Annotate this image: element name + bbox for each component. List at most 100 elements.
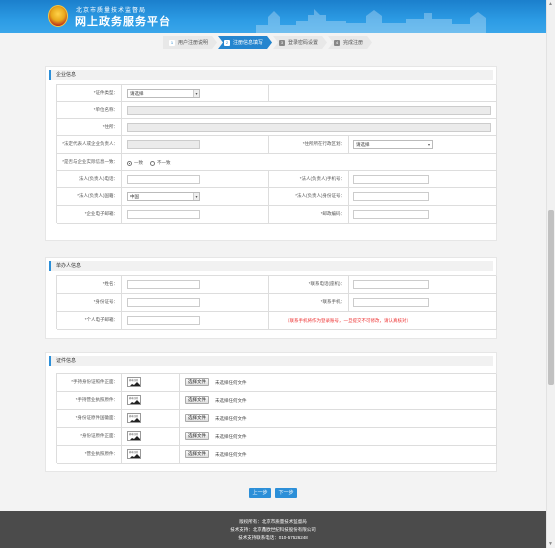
cert-label: *营业执照原件： xyxy=(57,446,122,463)
agent-id-input[interactable] xyxy=(127,298,200,307)
thumbnail-caption: 样本示例 xyxy=(129,414,139,418)
scroll-down-icon[interactable]: ▼ xyxy=(548,541,553,547)
email-label: *企业电子邮箱： xyxy=(57,206,122,223)
thumbnail-caption: 样本示例 xyxy=(129,450,139,454)
nationality-select[interactable]: 中国 ▾ xyxy=(127,192,200,201)
nationality-label: *法人(负责人)国籍： xyxy=(57,188,122,205)
step-number: 3 xyxy=(280,39,284,45)
mobile-label: *法人(负责人)手机号： xyxy=(269,171,349,187)
header-banner: 北京市质量技术监督局 网上政务服务平台 xyxy=(0,0,546,33)
legal-id-input[interactable] xyxy=(353,192,429,201)
cert-row: *营业执照原件： 样本示例 选择文件 未选择任何文件 xyxy=(57,446,497,464)
sample-thumbnail: 样本示例 xyxy=(127,395,141,405)
agent-name-label: *姓名： xyxy=(57,276,122,293)
certificate-form: *手持身份证照件正面： 样本示例 选择文件 未选择任何文件 *手持营业执照原件： 样本示例… xyxy=(56,373,497,464)
choose-file-button[interactable]: 选择文件 xyxy=(185,396,209,404)
cert-label: *手持营业执照原件： xyxy=(57,392,122,409)
scrollbar-thumb[interactable] xyxy=(548,210,554,385)
mobile-account-note: （联系手机将作为登录账号，一旦提交不可修改，请认真核对） xyxy=(285,318,411,323)
footer-contact-phone: 技术支持联系电话：010-57526248 xyxy=(238,535,308,540)
step-4: 4 完成注册 xyxy=(328,36,372,49)
certificate-panel-title: 证件信息 xyxy=(49,356,493,366)
agent-email-label: *个人电子邮箱： xyxy=(57,312,122,329)
skyline-decoration xyxy=(256,9,486,33)
no-file-text: 未选择任何文件 xyxy=(215,398,247,403)
platform-title: 网上政务服务平台 xyxy=(75,16,171,28)
cert-type-label: *证件类型： xyxy=(57,85,122,101)
footer: 版权所有：北京市质量技术监督局 技术支持：北京鑫欧世纪科技股份有限公司 技术支持… xyxy=(0,511,546,548)
agent-panel: 单办人信息 *姓名： *联系电话(座机)： *身份证号： *联系手机： *个人电… xyxy=(45,257,497,339)
step-2: 2 注册信息填写 xyxy=(218,36,272,49)
next-button[interactable]: 下一步 xyxy=(275,488,297,498)
no-file-text: 未选择任何文件 xyxy=(215,452,247,457)
same-as-actual-label: *是否与企业实际信息一致： xyxy=(57,154,122,170)
agent-email-input[interactable] xyxy=(127,316,200,325)
enterprise-panel-title: 企业信息 xyxy=(49,70,493,80)
thumbnail-caption: 样本示例 xyxy=(129,378,139,382)
radio-unchecked-icon xyxy=(150,160,155,166)
step-number: 1 xyxy=(170,39,174,45)
unit-name-input[interactable] xyxy=(127,106,491,115)
unit-name-label: *单位名称： xyxy=(57,102,122,118)
step-label: 用户注册说明 xyxy=(178,40,209,46)
sample-thumbnail: 样本示例 xyxy=(127,431,141,441)
no-file-text: 未选择任何文件 xyxy=(215,434,247,439)
cert-row: *身份证原件正面： 样本示例 选择文件 未选择任何文件 xyxy=(57,428,497,446)
cert-type-select[interactable]: 请选择 ▾ xyxy=(127,89,200,98)
district-select[interactable]: 请选择 ▾ xyxy=(353,140,433,149)
step-label: 注册信息填写 xyxy=(233,40,264,46)
phone-label: 法人(负责人)电话： xyxy=(57,171,122,187)
chevron-down-icon: ▾ xyxy=(193,193,199,200)
sample-thumbnail: 样本示例 xyxy=(127,413,141,423)
prev-button[interactable]: 上一步 xyxy=(249,488,271,498)
choose-file-button[interactable]: 选择文件 xyxy=(185,432,209,440)
radio-inconsistent[interactable]: 不一致 xyxy=(150,160,171,166)
choose-file-button[interactable]: 选择文件 xyxy=(185,378,209,386)
phone-input[interactable] xyxy=(127,175,200,184)
agent-name-input[interactable] xyxy=(127,280,200,289)
district-label: *住所所在行政区划： xyxy=(269,136,349,153)
cert-label: *身份证原件国徽面： xyxy=(57,410,122,427)
footer-copyright: 版权所有：北京市质量技术监督局 xyxy=(239,519,307,524)
legal-rep-label: *法定代表人或企业负责人： xyxy=(57,136,122,153)
postcode-input[interactable] xyxy=(353,210,429,219)
page-scrollbar[interactable]: ▲ ▼ xyxy=(546,0,555,548)
agent-mobile-label: *联系手机： xyxy=(269,294,349,311)
agent-mobile-input[interactable] xyxy=(353,298,429,307)
radio-consistent[interactable]: 一致 xyxy=(127,160,143,166)
address-label: *住所： xyxy=(57,119,122,135)
footer-tech-support: 技术支持：北京鑫欧世纪科技股份有限公司 xyxy=(230,527,316,532)
legal-rep-input[interactable] xyxy=(127,140,200,149)
agent-form: *姓名： *联系电话(座机)： *身份证号： *联系手机： *个人电子邮箱： （… xyxy=(56,275,497,330)
no-file-text: 未选择任何文件 xyxy=(215,416,247,421)
cert-row: *手持身份证照件正面： 样本示例 选择文件 未选择任何文件 xyxy=(57,374,497,392)
email-input[interactable] xyxy=(127,210,200,219)
step-label: 登录密码设置 xyxy=(288,40,319,46)
chevron-down-icon: ▾ xyxy=(426,141,432,148)
enterprise-form: *证件类型： 请选择 ▾ *单位名称： *住所： *法定代表人或企业负责人： *… xyxy=(56,84,497,224)
thumbnail-caption: 样本示例 xyxy=(129,396,139,400)
no-file-text: 未选择任何文件 xyxy=(215,380,247,385)
step-1: 1 用户注册说明 xyxy=(163,36,217,49)
landline-label: *联系电话(座机)： xyxy=(269,276,349,293)
step-number: 4 xyxy=(335,39,339,45)
postcode-label: *邮政编码： xyxy=(269,206,349,223)
sample-thumbnail: 样本示例 xyxy=(127,377,141,387)
choose-file-button[interactable]: 选择文件 xyxy=(185,450,209,458)
certificate-panel: 证件信息 *手持身份证照件正面： 样本示例 选择文件 未选择任何文件 *手持营业执照原件… xyxy=(45,352,497,472)
cert-label: *身份证原件正面： xyxy=(57,428,122,445)
page: 北京市质量技术监督局 网上政务服务平台 ▲ ▼ 1 用户注册说明 2 注册信息填写 … xyxy=(0,0,555,548)
choose-file-button[interactable]: 选择文件 xyxy=(185,414,209,422)
address-input[interactable] xyxy=(127,123,491,132)
thumbnail-caption: 样本示例 xyxy=(129,432,139,436)
cert-row: *手持营业执照原件： 样本示例 选择文件 未选择任何文件 xyxy=(57,392,497,410)
agent-id-label: *身份证号： xyxy=(57,294,122,311)
legal-mobile-input[interactable] xyxy=(353,175,429,184)
step-number: 2 xyxy=(225,39,229,45)
agent-panel-title: 单办人信息 xyxy=(49,261,493,271)
cert-row: *身份证原件国徽面： 样本示例 选择文件 未选择任何文件 xyxy=(57,410,497,428)
scroll-up-icon[interactable]: ▲ xyxy=(548,1,553,7)
chevron-down-icon: ▾ xyxy=(193,90,199,97)
landline-input[interactable] xyxy=(353,280,429,289)
registration-steps: 1 用户注册说明 2 注册信息填写 3 登录密码设置 4 完成注册 xyxy=(163,36,373,49)
